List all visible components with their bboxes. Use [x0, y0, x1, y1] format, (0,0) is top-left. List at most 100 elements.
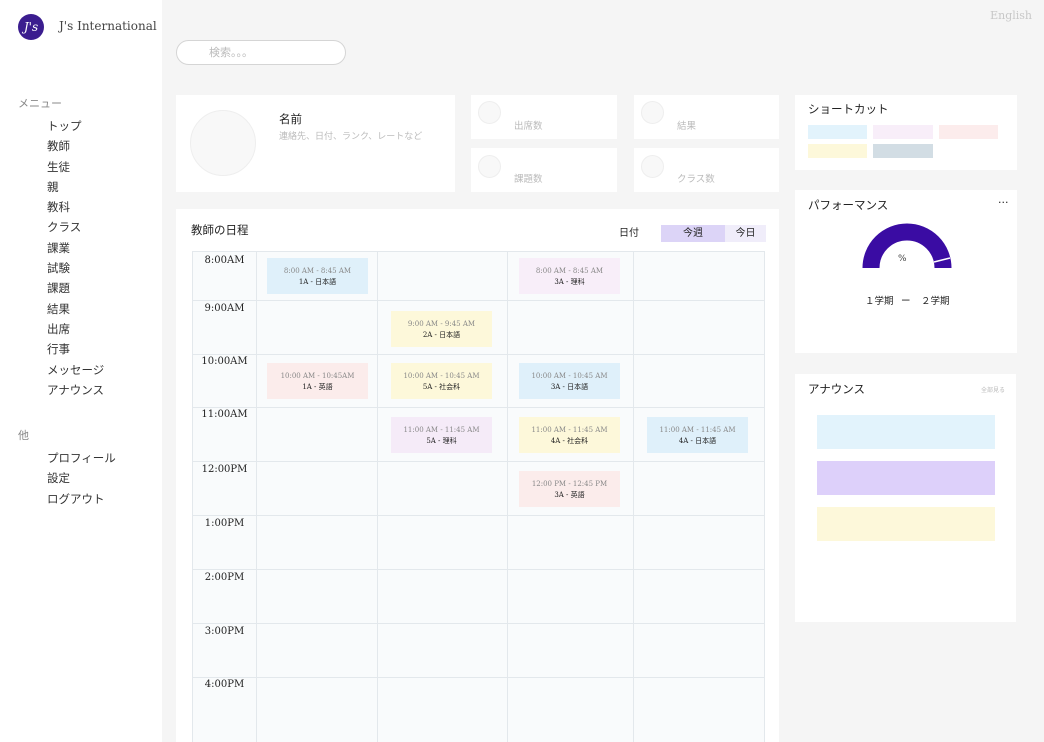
stat-label: 出席数	[514, 121, 543, 132]
tab-this-week[interactable]: 今週	[661, 225, 725, 242]
event-time: 10:00 AM - 10:45 AM	[403, 372, 480, 380]
schedule-event[interactable]: 10:00 AM - 10:45 AM 5A - 社会科	[391, 363, 492, 399]
event-time: 12:00 PM - 12:45 PM	[531, 480, 608, 488]
event-time: 11:00 AM - 11:45 AM	[403, 426, 480, 434]
schedule-event[interactable]: 12:00 PM - 12:45 PM 3A - 英語	[519, 471, 620, 507]
more-menu-icon[interactable]: ···	[998, 196, 1009, 209]
announcement-item[interactable]	[817, 415, 995, 449]
sidebar-item-events[interactable]: 行事	[47, 339, 104, 359]
schedule-event[interactable]: 11:00 AM - 11:45 AM 4A - 日本語	[647, 417, 748, 453]
grid-divider	[377, 252, 378, 742]
tab-today[interactable]: 今日	[725, 225, 766, 242]
sidebar-item-lessons[interactable]: 課業	[47, 238, 104, 258]
logo[interactable]: J's	[18, 14, 44, 40]
event-time: 11:00 AM - 11:45 AM	[659, 426, 736, 434]
announcements-card: アナウンス 全部見る	[795, 374, 1016, 622]
schedule-event[interactable]: 11:00 AM - 11:45 AM 4A - 社会科	[519, 417, 620, 453]
grid-divider	[193, 515, 764, 516]
performance-card: パフォーマンス ··· % １学期 ー ２学期	[795, 190, 1017, 353]
time-label: 8:00AM	[204, 255, 245, 266]
sidebar-item-teachers[interactable]: 教師	[47, 136, 104, 156]
time-label: 9:00AM	[204, 303, 245, 314]
sidebar-item-subjects[interactable]: 教科	[47, 197, 104, 217]
sidebar-item-parents[interactable]: 親	[47, 177, 104, 197]
sidebar-item-assignments[interactable]: 課題	[47, 278, 104, 298]
event-class: 3A - 日本語	[550, 383, 589, 391]
gauge-label: %	[898, 254, 907, 264]
other-list: プロフィール 設定 ログアウト	[47, 448, 116, 509]
sidebar-item-announcements[interactable]: アナウンス	[47, 380, 104, 400]
grid-divider	[193, 677, 764, 678]
sidebar-item-top[interactable]: トップ	[47, 116, 104, 136]
stat-card-attendance[interactable]: 出席数	[471, 95, 617, 139]
shortcut-tile[interactable]	[808, 125, 867, 139]
schedule-event[interactable]: 10:00 AM - 10:45AM 1A - 英語	[267, 363, 368, 399]
shortcut-tile[interactable]	[808, 144, 867, 158]
schedule-tabs: 日付 今週 今日	[611, 225, 766, 242]
sidebar-item-classes[interactable]: クラス	[47, 217, 104, 237]
search-input[interactable]	[207, 45, 341, 60]
sidebar-item-logout[interactable]: ログアウト	[47, 489, 116, 509]
event-time: 8:00 AM - 8:45 AM	[535, 267, 604, 275]
see-all-link[interactable]: 全部見る	[981, 385, 1005, 394]
stat-icon	[478, 155, 501, 178]
schedule-title: 教師の日程	[191, 223, 249, 237]
profile-subtitle: 連絡先、日付、ランク、レートなど	[279, 132, 423, 142]
sidebar-item-settings[interactable]: 設定	[47, 468, 116, 488]
profile-card: 名前 連絡先、日付、ランク、レートなど	[176, 95, 455, 192]
gauge-arc	[862, 223, 952, 269]
schedule-grid: 8:00AM 9:00AM 10:00AM 11:00AM 12:00PM 1:…	[192, 251, 765, 742]
tab-date[interactable]: 日付	[611, 225, 647, 242]
announcement-item[interactable]	[817, 461, 995, 495]
time-label: 4:00PM	[204, 679, 245, 690]
event-class: 3A - 英語	[554, 491, 585, 499]
schedule-event[interactable]: 8:00 AM - 8:45 AM 3A - 理科	[519, 258, 620, 294]
stat-card-assignments[interactable]: 課題数	[471, 148, 617, 192]
stat-icon	[478, 101, 501, 124]
brand-name: J's International	[59, 19, 157, 33]
shortcut-tile[interactable]	[873, 125, 933, 139]
stat-label: 結果	[677, 121, 697, 132]
grid-divider	[633, 252, 634, 742]
event-time: 11:00 AM - 11:45 AM	[531, 426, 608, 434]
event-class: 5A - 理科	[426, 437, 457, 445]
announcement-item[interactable]	[817, 507, 995, 541]
shortcuts-title: ショートカット	[808, 102, 889, 116]
language-switch[interactable]: English	[990, 9, 1032, 22]
event-class: 1A - 日本語	[298, 278, 337, 286]
shortcut-tile[interactable]	[873, 144, 933, 158]
sidebar-item-profile[interactable]: プロフィール	[47, 448, 116, 468]
sidebar-item-students[interactable]: 生徒	[47, 157, 104, 177]
term-1-label: １学期	[865, 296, 894, 307]
shortcut-tile[interactable]	[939, 125, 998, 139]
stat-label: 課題数	[514, 174, 543, 185]
stat-label: クラス数	[677, 174, 715, 185]
menu-section-label: メニュー	[18, 97, 62, 110]
performance-gauge	[862, 223, 952, 269]
grid-divider	[193, 461, 764, 462]
grid-divider	[193, 623, 764, 624]
grid-divider	[256, 252, 257, 742]
sidebar-item-messages[interactable]: メッセージ	[47, 360, 104, 380]
schedule-event[interactable]: 9:00 AM - 9:45 AM 2A - 日本語	[391, 311, 492, 347]
event-class: 4A - 社会科	[550, 437, 589, 445]
stat-icon	[641, 155, 664, 178]
schedule-event[interactable]: 11:00 AM - 11:45 AM 5A - 理科	[391, 417, 492, 453]
sidebar-item-exams[interactable]: 試験	[47, 258, 104, 278]
event-time: 10:00 AM - 10:45AM	[280, 372, 355, 380]
stat-card-classes[interactable]: クラス数	[634, 148, 779, 192]
stat-card-results[interactable]: 結果	[634, 95, 779, 139]
search-box[interactable]	[176, 40, 346, 65]
sidebar: J's J's International メニュー トップ 教師 生徒 親 教…	[0, 0, 162, 742]
sidebar-item-attendance[interactable]: 出席	[47, 319, 104, 339]
sidebar-item-results[interactable]: 結果	[47, 299, 104, 319]
avatar[interactable]	[190, 110, 256, 176]
event-class: 2A - 日本語	[422, 331, 461, 339]
event-class: 3A - 理科	[554, 278, 585, 286]
schedule-event[interactable]: 10:00 AM - 10:45 AM 3A - 日本語	[519, 363, 620, 399]
grid-divider	[193, 569, 764, 570]
time-label: 12:00PM	[201, 464, 248, 475]
other-section-label: 他	[18, 429, 29, 442]
schedule-event[interactable]: 8:00 AM - 8:45 AM 1A - 日本語	[267, 258, 368, 294]
time-label: 2:00PM	[204, 572, 245, 583]
